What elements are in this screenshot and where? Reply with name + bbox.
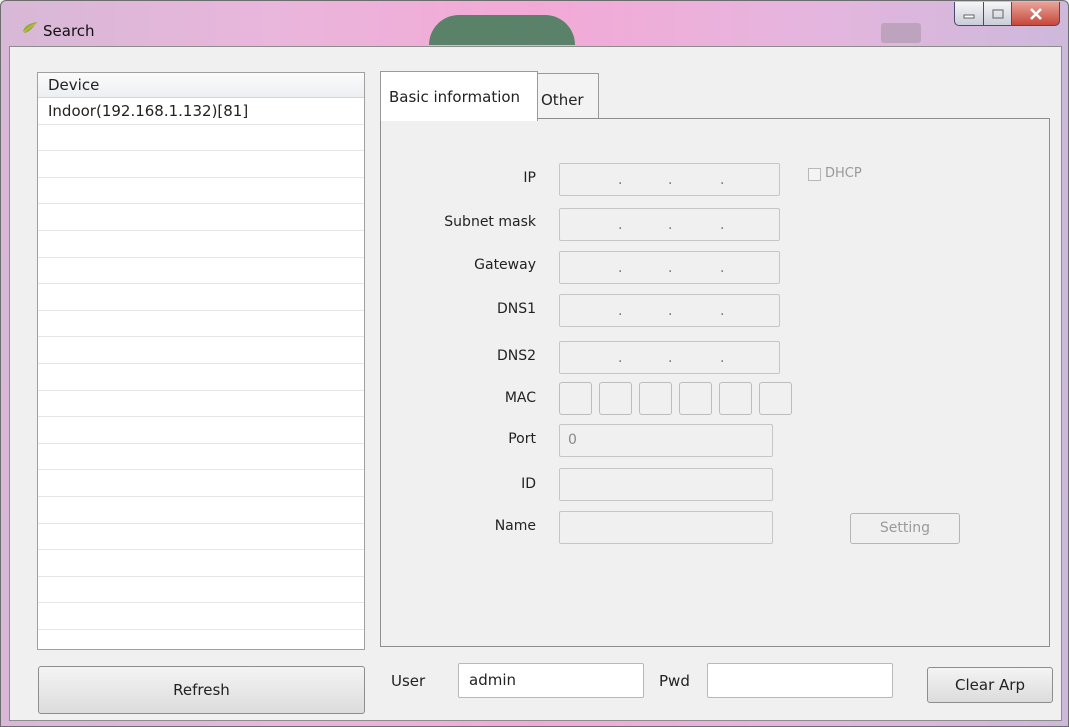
device-list-row-empty [38,550,364,577]
dns1-label: DNS1 [496,301,536,317]
port-label: Port [508,431,536,447]
ip-separator: . [618,172,623,188]
pwd-label: Pwd [659,672,690,690]
device-list-row-empty [38,204,364,231]
subnet-mask-label: Subnet mask [444,214,536,230]
mac-octet-input[interactable] [599,382,632,415]
ip-separator: . [720,260,725,276]
refresh-button[interactable]: Refresh [38,666,365,714]
device-list-row-empty [38,524,364,551]
device-list-row-empty [38,470,364,497]
device-list-row-empty [38,603,364,630]
close-button[interactable] [1012,2,1060,26]
ip-separator: . [668,303,673,319]
ip-separator: . [618,350,623,366]
ip-separator: . [668,172,673,188]
background-decoration [429,15,575,45]
dns2-field[interactable]: . . . [559,341,780,374]
device-list-row-empty [38,497,364,524]
mac-octet-input[interactable] [759,382,792,415]
ip-separator: . [720,303,725,319]
device-list-row-empty [38,391,364,418]
background-decoration [881,23,921,43]
id-field[interactable] [559,468,773,501]
device-list-header[interactable]: Device [38,73,364,98]
device-list-row-empty [38,178,364,205]
window-client-area: Device Indoor(192.168.1.132)[81] Refresh [9,46,1062,721]
device-list-row-empty [38,444,364,471]
ip-separator: . [668,217,673,233]
subnet-mask-field[interactable]: . . . [559,208,780,241]
search-window: Search Device Indoor(192.168.1.132)[81] [0,0,1069,727]
mac-octet-input[interactable] [639,382,672,415]
tab-other[interactable]: Other [537,73,599,119]
dns1-field[interactable]: . . . [559,294,780,327]
pwd-input[interactable] [707,663,893,698]
device-list-row-empty [38,311,364,338]
maximize-button[interactable] [984,2,1012,26]
device-list-row-empty [38,258,364,285]
ip-separator: . [720,217,725,233]
mac-label: MAC [504,390,536,406]
device-list-row-empty [38,577,364,604]
device-list-row-empty [38,630,364,649]
user-label: User [391,672,426,690]
name-field[interactable] [559,511,773,544]
mac-octet-input[interactable] [719,382,752,415]
device-list-row-empty [38,151,364,178]
ip-separator: . [668,260,673,276]
dhcp-checkbox[interactable] [808,168,821,181]
title-bar[interactable]: Search [1,1,1068,45]
ip-field[interactable]: . . . [559,163,780,196]
mac-octet-input[interactable] [679,382,712,415]
ip-separator: . [618,217,623,233]
ip-separator: . [720,350,725,366]
device-list-row-empty [38,364,364,391]
user-input[interactable]: admin [458,663,644,698]
dns2-label: DNS2 [496,348,536,364]
minimize-icon [963,14,975,18]
minimize-button[interactable] [954,2,984,26]
ip-separator: . [618,303,623,319]
ip-separator: . [618,260,623,276]
tab-basic-information[interactable]: Basic information [380,71,538,121]
device-list[interactable]: Device Indoor(192.168.1.132)[81] [37,72,365,650]
basic-information-panel: IP . . . DHCP Subnet mask . . . Gateway … [380,118,1050,647]
maximize-icon [991,8,1004,19]
caption-buttons [954,2,1060,26]
ip-separator: . [668,350,673,366]
mac-octet-input[interactable] [559,382,592,415]
gateway-field[interactable]: . . . [559,251,780,284]
device-list-row-empty [38,125,364,152]
port-field[interactable]: 0 [559,424,773,457]
ip-label: IP [523,170,536,186]
device-list-item[interactable]: Indoor(192.168.1.132)[81] [38,98,364,125]
device-list-row-empty [38,337,364,364]
gateway-label: Gateway [474,257,536,273]
name-label: Name [494,518,536,534]
device-list-row-empty [38,231,364,258]
app-icon [23,22,37,33]
device-list-row-empty [38,417,364,444]
device-list-row-empty [38,284,364,311]
id-label: ID [521,476,536,492]
clear-arp-button[interactable]: Clear Arp [927,667,1053,703]
dhcp-label: DHCP [825,166,862,181]
setting-button[interactable]: Setting [850,513,960,544]
close-icon [1029,7,1042,20]
window-title: Search [43,22,95,40]
ip-separator: . [720,172,725,188]
